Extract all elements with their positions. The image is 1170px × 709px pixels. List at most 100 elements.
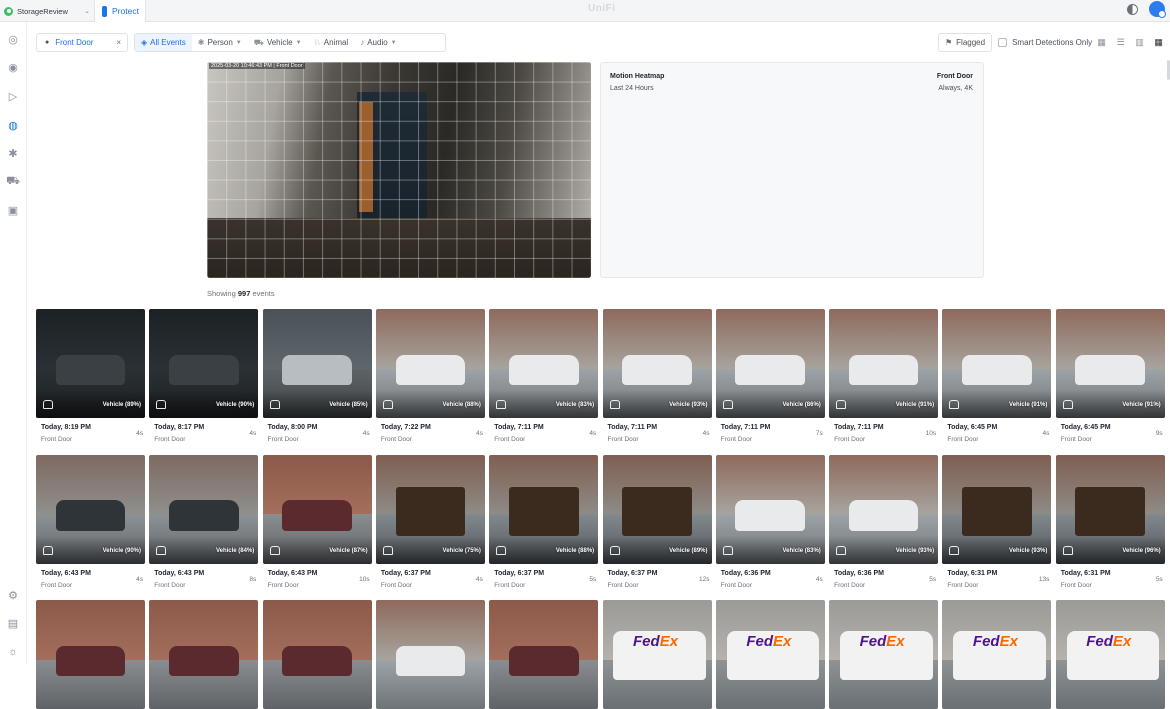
smart-detections-toggle[interactable]: Smart Detections Only: [998, 38, 1092, 47]
event-card[interactable]: Vehicle (88%) Today, 7:22 PM 4s Front Door: [375, 309, 485, 446]
event-thumbnail[interactable]: Vehicle (75%): [375, 454, 485, 564]
event-thumbnail[interactable]: FedEx: [942, 600, 1052, 709]
theme-toggle-icon[interactable]: [1127, 4, 1138, 15]
event-card[interactable]: FedEx: [602, 600, 712, 709]
event-meta: Today, 8:17 PM 4s Front Door: [149, 418, 258, 446]
event-thumbnail[interactable]: FedEx: [1055, 600, 1165, 709]
event-thumbnail[interactable]: Vehicle (89%): [36, 309, 145, 418]
event-card[interactable]: FedEx: [942, 600, 1052, 709]
event-card[interactable]: Vehicle (91%) Today, 6:45 PM 4s Front Door: [942, 309, 1052, 446]
site-switcher[interactable]: StorageReview ⌄: [4, 0, 90, 22]
settings-icon[interactable]: ⚙: [6, 588, 20, 602]
event-thumbnail[interactable]: [375, 600, 485, 709]
event-duration: 13s: [1038, 575, 1050, 583]
sun-icon[interactable]: ☼: [6, 645, 20, 659]
camera-preview[interactable]: 2025-03-20 10:46:43 PM | Front Door: [207, 62, 591, 278]
vehicle-icon[interactable]: ⛟: [6, 175, 20, 189]
event-thumbnail[interactable]: Vehicle (96%): [1055, 454, 1165, 564]
filter-all-events[interactable]: ◈ All Events: [135, 34, 192, 51]
event-card[interactable]: [375, 600, 485, 709]
event-thumbnail[interactable]: Vehicle (91%): [1055, 309, 1165, 418]
vehicle-icon: [609, 400, 620, 409]
vehicle-shape: [395, 645, 466, 677]
event-card[interactable]: Vehicle (85%) Today, 8:00 PM 4s Front Door: [262, 309, 372, 446]
event-card[interactable]: Vehicle (93%) Today, 7:11 PM 4s Front Door: [602, 309, 712, 446]
event-thumbnail[interactable]: [36, 600, 145, 709]
event-camera: Front Door: [41, 581, 73, 589]
event-thumbnail[interactable]: FedEx: [829, 600, 939, 709]
event-thumbnail[interactable]: FedEx: [602, 600, 712, 709]
event-thumbnail[interactable]: Vehicle (93%): [829, 454, 939, 564]
event-card[interactable]: Vehicle (93%) Today, 6:36 PM 5s Front Door: [829, 454, 939, 592]
heatmap-title: Motion Heatmap: [610, 73, 665, 80]
avatar[interactable]: [1149, 1, 1166, 18]
event-card[interactable]: [262, 600, 372, 709]
event-card[interactable]: Vehicle (91%) Today, 6:45 PM 9s Front Door: [1055, 309, 1165, 446]
event-thumbnail[interactable]: Vehicle (90%): [36, 454, 145, 564]
smart-detections-checkbox[interactable]: [998, 38, 1008, 47]
event-thumbnail[interactable]: Vehicle (89%): [602, 454, 712, 564]
person-icon[interactable]: ✱: [6, 146, 20, 160]
event-thumbnail[interactable]: Vehicle (87%): [262, 454, 372, 564]
event-card[interactable]: Vehicle (93%) Today, 6:31 PM 13s Front Door: [942, 454, 1052, 592]
event-thumbnail[interactable]: Vehicle (91%): [942, 309, 1052, 418]
event-thumbnail[interactable]: Vehicle (91%): [829, 309, 939, 418]
play-icon[interactable]: ▷: [6, 89, 20, 103]
event-card[interactable]: Vehicle (90%) Today, 6:43 PM 4s Front Door: [36, 454, 145, 592]
vehicle-shape: [962, 487, 1032, 537]
flagged-button[interactable]: ⚑ Flagged: [938, 33, 993, 52]
chart-icon[interactable]: ▥: [1130, 33, 1149, 52]
filter-person[interactable]: ✱ Person ▼: [192, 34, 248, 51]
event-card[interactable]: Vehicle (89%) Today, 6:37 PM 12s Front Door: [602, 454, 712, 592]
event-card[interactable]: FedEx: [829, 600, 939, 709]
event-card[interactable]: Vehicle (91%) Today, 7:11 PM 10s Front Door: [829, 309, 939, 446]
event-card[interactable]: Vehicle (89%) Today, 8:19 PM 4s Front Door: [36, 309, 145, 446]
event-thumbnail[interactable]: Vehicle (93%): [942, 454, 1052, 564]
event-thumbnail[interactable]: FedEx: [715, 600, 825, 709]
event-card[interactable]: [489, 600, 599, 709]
camera-filter-chip[interactable]: ● Front Door ×: [36, 33, 128, 52]
event-card[interactable]: Vehicle (84%) Today, 6:43 PM 8s Front Door: [149, 454, 259, 592]
dashboard-icon[interactable]: ◎: [6, 32, 20, 46]
close-icon[interactable]: ×: [116, 38, 121, 47]
event-card[interactable]: [149, 600, 259, 709]
event-thumbnail[interactable]: Vehicle (84%): [149, 454, 259, 564]
package-icon[interactable]: ▣: [6, 203, 20, 217]
heatmap-camera: Front Door: [936, 73, 973, 80]
event-thumbnail[interactable]: Vehicle (83%): [715, 454, 825, 564]
event-card[interactable]: FedEx: [715, 600, 825, 709]
grid-view-icon[interactable]: ▦: [1149, 33, 1168, 52]
event-thumbnail[interactable]: Vehicle (85%): [262, 309, 372, 418]
event-thumbnail[interactable]: [149, 600, 259, 709]
detections-icon[interactable]: ◍: [6, 118, 20, 132]
filter-vehicle[interactable]: ⛟ Vehicle ▼: [248, 34, 308, 51]
tab-protect[interactable]: Protect: [94, 0, 146, 22]
filter-sliders-icon[interactable]: ☰: [1111, 33, 1130, 52]
filter-audio[interactable]: ♪ Audio ▼: [354, 34, 402, 51]
event-thumbnail[interactable]: Vehicle (83%): [489, 309, 599, 418]
event-card[interactable]: Vehicle (96%) Today, 6:31 PM 5s Front Door: [1055, 454, 1165, 592]
event-thumbnail[interactable]: Vehicle (88%): [489, 454, 599, 564]
event-card[interactable]: Vehicle (90%) Today, 8:17 PM 4s Front Door: [149, 309, 259, 446]
calendar-icon[interactable]: ▦: [1092, 33, 1111, 52]
event-card[interactable]: Vehicle (75%) Today, 6:37 PM 4s Front Door: [375, 454, 485, 592]
event-card[interactable]: Vehicle (88%) Today, 6:37 PM 5s Front Door: [489, 454, 599, 592]
event-card[interactable]: [36, 600, 145, 709]
event-card[interactable]: Vehicle (87%) Today, 6:43 PM 10s Front Door: [262, 454, 372, 592]
camera-icon[interactable]: ◉: [6, 60, 20, 74]
event-thumbnail[interactable]: [489, 600, 599, 709]
filter-animal[interactable]: ♘ Animal: [308, 34, 355, 51]
detection-badge: Vehicle (90%): [215, 402, 255, 408]
clipboard-icon[interactable]: ▤: [6, 616, 20, 630]
event-card[interactable]: Vehicle (83%) Today, 7:11 PM 4s Front Door: [489, 309, 599, 446]
event-thumbnail[interactable]: [262, 600, 372, 709]
event-thumbnail[interactable]: Vehicle (90%): [149, 309, 259, 418]
event-card[interactable]: Vehicle (83%) Today, 6:36 PM 4s Front Door: [715, 454, 825, 592]
event-card[interactable]: Vehicle (86%) Today, 7:11 PM 7s Front Door: [715, 309, 825, 446]
event-thumbnail[interactable]: Vehicle (86%): [715, 309, 825, 418]
event-thumbnail[interactable]: Vehicle (88%): [375, 309, 485, 418]
vehicle-shape: [848, 354, 919, 386]
event-card[interactable]: FedEx: [1055, 600, 1165, 709]
event-thumbnail[interactable]: Vehicle (93%): [602, 309, 712, 418]
detection-badge: Vehicle (83%): [782, 547, 821, 554]
